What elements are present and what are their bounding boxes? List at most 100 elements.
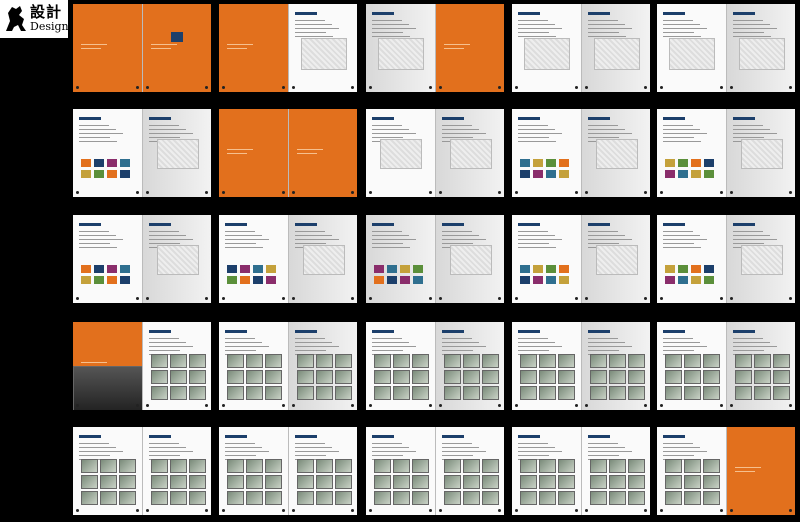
thumbnail-photo [589,370,607,384]
text-line [732,137,764,138]
thumbnail-photo [169,370,187,384]
color-tile [704,170,714,178]
text-line [79,231,109,232]
brochure-spread [366,4,504,92]
text-line [732,239,777,240]
text-line [372,243,403,244]
text-line [148,443,179,444]
thumbnail-photo [753,354,771,368]
page-corner-dot [205,509,208,512]
page-heading-bar [372,330,394,333]
thumbnail-photo [703,491,720,505]
text-line [518,338,548,339]
brochure-page-left [512,322,581,410]
brochure-page-left [73,427,142,515]
text-line [518,350,549,351]
text-line [587,231,618,232]
color-tile [691,276,701,284]
thumbnail-photo [412,491,429,505]
text-line [441,125,472,126]
text-line [294,235,332,236]
thumbnail-photo [539,386,556,400]
page-heading-bar [148,330,171,333]
page-heading-bar [441,435,464,438]
color-tile [533,170,543,178]
brochure-page-right [726,109,795,197]
page-heading-bar [372,117,394,120]
text-line [732,342,770,343]
brochure-page-right [288,109,357,197]
thumbnail-photo [772,370,790,384]
text-line [587,28,632,29]
color-tile [704,276,714,284]
text-line [518,141,556,142]
thumbnail-photo [462,459,480,473]
page-corner-dot [222,297,225,300]
thumbnail-photo [558,475,575,489]
page-corner-dot [584,297,588,300]
color-tile [107,265,117,273]
thumbnail-photo [539,475,556,489]
thumbnail-photo [558,386,575,400]
thumbnail-photo [315,491,333,505]
thumbnail-photo [608,386,626,400]
brochure-page-right [142,109,211,197]
thumbnail-photo [227,354,244,368]
page-heading-bar [148,117,171,120]
thumbnail-photo [734,386,752,400]
thumbnail-photo [589,459,607,473]
brochure-page-right [435,427,504,515]
text-line [518,36,556,37]
thumbnail-photo [462,491,480,505]
brochure-page-right [581,215,650,303]
thumbnail-photo [334,386,352,400]
thumbnail-photo [265,459,282,473]
color-tile [120,265,130,273]
text-line [148,447,186,448]
text-line [587,137,619,138]
brochure-page-left [73,109,142,197]
text-line [663,235,700,236]
text-line [148,239,193,240]
page-corner-dot [584,191,588,194]
thumbnail-photo [374,475,391,489]
text-line [225,235,262,236]
page-corner-dot [584,404,588,407]
text-line [663,451,707,452]
brochure-page-right [435,4,504,92]
thumbnail-photo [246,354,263,368]
thumbnail-photo [665,459,682,473]
thumbnail-photo [169,386,187,400]
page-corner-dot [222,404,225,407]
text-line [79,447,116,448]
color-tile [413,276,423,284]
text-line [732,235,770,236]
brochure-page-left [512,109,581,197]
thumbnail-photo [539,370,556,384]
page-corner-dot [498,509,501,512]
text-line [732,133,777,134]
color-tile [400,265,410,273]
text-line [587,346,632,347]
text-line [79,443,109,444]
color-tile [81,276,91,284]
thumbnail-photo [539,354,556,368]
color-tile [665,265,675,273]
thumbnail-photo [462,354,480,368]
thumbnail-photo [412,475,429,489]
thumbnail-photo [227,370,244,384]
color-tile [678,170,688,178]
thumbnail-photo [481,491,499,505]
text-line [518,32,549,33]
page-corner-dot [135,191,139,194]
thumbnail-photo [265,370,282,384]
text-line [587,239,632,240]
text-line [150,48,171,49]
text-line [225,231,255,232]
text-line [372,137,403,138]
text-line [372,451,416,452]
brochure-spread [73,427,211,515]
brochure-page-right [288,322,357,410]
page-corner-dot [428,86,432,89]
logo-text-cn: 設計 [30,3,63,21]
